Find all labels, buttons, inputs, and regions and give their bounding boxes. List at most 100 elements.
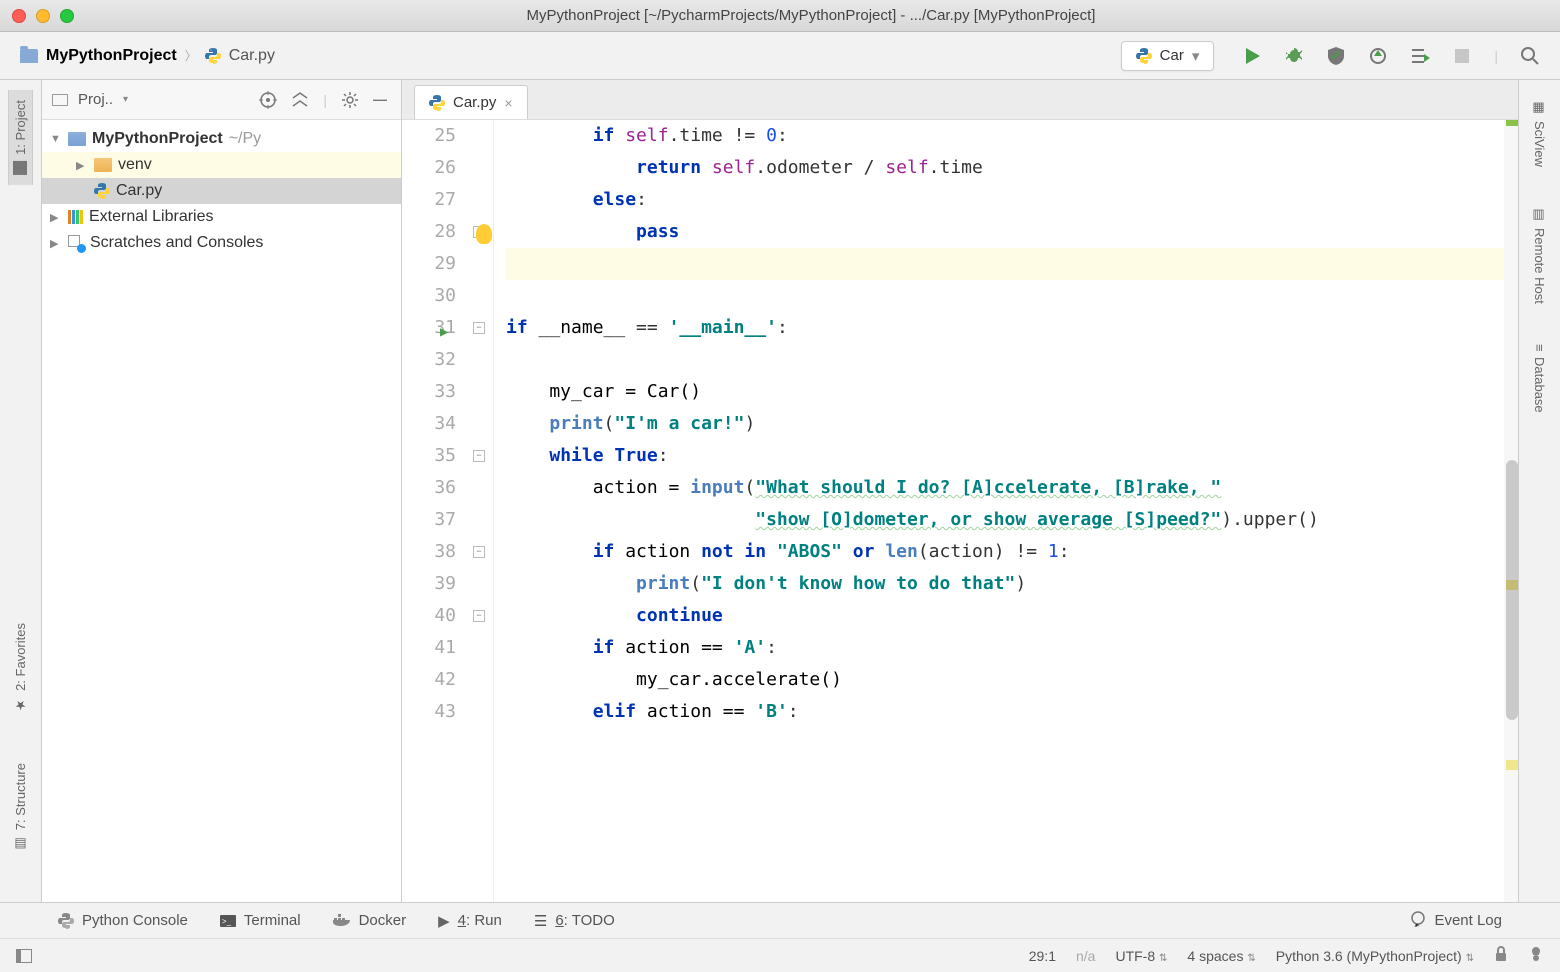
- terminal-icon: >_: [220, 915, 236, 927]
- run-config-select[interactable]: Car ▾: [1121, 41, 1215, 71]
- dropdown-icon: ▾: [1192, 47, 1200, 65]
- project-view-icon: [52, 94, 68, 106]
- editor-area: Car.py × 2526272829303132333435363738394…: [402, 80, 1518, 902]
- python-file-icon: [205, 48, 221, 64]
- lightbulb-icon: [476, 224, 492, 244]
- window-title: MyPythonProject [~/PycharmProjects/MyPyt…: [74, 7, 1548, 24]
- run-config-label: Car: [1160, 47, 1184, 64]
- gear-icon[interactable]: [341, 91, 359, 109]
- breadcrumb-file[interactable]: Car.py: [229, 47, 275, 65]
- tree-external-libs[interactable]: ▶ External Libraries: [42, 204, 401, 230]
- folder-icon: [20, 49, 38, 63]
- fold-gutter[interactable]: −−▶−−−: [470, 120, 494, 902]
- navigation-bar: MyPythonProject 〉 Car.py Car ▾ |: [0, 32, 1560, 80]
- run-coverage-button[interactable]: [1326, 46, 1346, 66]
- balloon-icon: [1410, 911, 1426, 931]
- run-button[interactable]: [1242, 46, 1262, 66]
- play-icon: ▶: [438, 912, 450, 930]
- tool-windows-icon[interactable]: [16, 949, 32, 963]
- remote-icon: ▥: [1532, 207, 1547, 222]
- window-controls: [12, 9, 74, 23]
- project-tree[interactable]: ▼ MyPythonProject ~/Py ▶ venv Car.py ▶ E…: [42, 120, 401, 262]
- chevron-right-icon: 〉: [185, 47, 197, 64]
- scroll-thumb[interactable]: [1506, 460, 1518, 720]
- python-file-icon: [429, 95, 445, 111]
- structure-icon: ▤: [14, 836, 26, 852]
- encoding-select[interactable]: UTF-8 ⇅: [1115, 948, 1167, 964]
- editor-scrollbar[interactable]: [1504, 120, 1518, 902]
- left-tool-gutter: 1: Project ★ 2: Favorites ▤ 7: Structure: [0, 80, 42, 902]
- scratches-icon: [68, 235, 84, 251]
- right-tool-gutter: ▦ SciView ▥ Remote Host ≡ Database: [1518, 80, 1560, 902]
- expand-icon[interactable]: ▶: [50, 237, 62, 250]
- expand-icon[interactable]: ▼: [50, 133, 62, 145]
- interpreter-select[interactable]: Python 3.6 (MyPythonProject) ⇅: [1276, 948, 1474, 964]
- scroll-marker: [1506, 760, 1518, 770]
- close-tab-icon[interactable]: ×: [504, 95, 512, 111]
- docker-icon: [333, 912, 351, 930]
- editor-tab-car[interactable]: Car.py ×: [414, 85, 528, 119]
- tree-file-car[interactable]: Car.py: [42, 178, 401, 204]
- todo-tab[interactable]: ☰ 6: TODO: [534, 912, 615, 930]
- breadcrumb[interactable]: MyPythonProject 〉 Car.py: [20, 47, 275, 65]
- lock-icon[interactable]: [1494, 946, 1508, 965]
- python-file-icon: [94, 183, 110, 199]
- tree-venv[interactable]: ▶ venv: [42, 152, 401, 178]
- sciview-tool-tab[interactable]: ▦ SciView: [1528, 90, 1551, 177]
- python-icon: [58, 913, 74, 929]
- minimize-window-button[interactable]: [36, 9, 50, 23]
- editor-tabs: Car.py ×: [402, 80, 1518, 120]
- main-area: 1: Project ★ 2: Favorites ▤ 7: Structure…: [0, 80, 1560, 902]
- inspections-icon[interactable]: [1528, 946, 1544, 965]
- folder-icon: [68, 132, 86, 146]
- titlebar: MyPythonProject [~/PycharmProjects/MyPyt…: [0, 0, 1560, 32]
- target-icon[interactable]: [259, 91, 277, 109]
- python-icon: [1136, 48, 1152, 64]
- project-view-dropdown[interactable]: Proj..: [78, 91, 113, 108]
- project-tool-tab[interactable]: 1: Project: [8, 90, 33, 185]
- python-console-tab[interactable]: Python Console: [58, 912, 188, 929]
- maximize-window-button[interactable]: [60, 9, 74, 23]
- remote-host-tool-tab[interactable]: ▥ Remote Host: [1528, 197, 1551, 314]
- favorites-tool-tab[interactable]: ★ 2: Favorites: [9, 613, 32, 723]
- line-number-gutter: 25262728293031323334353637383940414243: [402, 120, 470, 902]
- project-panel-header: Proj.. ▾ | —: [42, 80, 401, 120]
- code-content[interactable]: if self.time != 0: return self.odometer …: [494, 120, 1518, 902]
- tree-root[interactable]: ▼ MyPythonProject ~/Py: [42, 126, 401, 152]
- expand-icon[interactable]: ▶: [76, 159, 88, 172]
- run-tab[interactable]: ▶ 4: Run: [438, 912, 502, 930]
- list-icon: ☰: [534, 912, 547, 930]
- folder-icon: [94, 158, 112, 172]
- debug-button[interactable]: [1284, 46, 1304, 66]
- profiler-button[interactable]: [1368, 46, 1388, 66]
- project-panel: Proj.. ▾ | — ▼ MyPythonProject ~/Py ▶ ve…: [42, 80, 402, 902]
- breadcrumb-project[interactable]: MyPythonProject: [46, 47, 177, 65]
- indent-select[interactable]: 4 spaces ⇅: [1187, 948, 1255, 964]
- database-tool-tab[interactable]: ≡ Database: [1528, 334, 1551, 423]
- structure-tool-tab[interactable]: ▤ 7: Structure: [9, 753, 32, 862]
- status-na[interactable]: n/a: [1076, 948, 1095, 964]
- toolbar-icons: |: [1242, 46, 1540, 66]
- run-tests-button[interactable]: [1410, 46, 1430, 66]
- hide-icon[interactable]: —: [373, 91, 391, 109]
- sciview-icon: ▦: [1532, 100, 1547, 115]
- collapse-all-icon[interactable]: [291, 91, 309, 109]
- search-everywhere-button[interactable]: [1520, 46, 1540, 66]
- editor-tab-label: Car.py: [453, 94, 496, 111]
- stop-button[interactable]: [1452, 46, 1472, 66]
- status-bar: 29:1 n/a UTF-8 ⇅ 4 spaces ⇅ Python 3.6 (…: [0, 938, 1560, 972]
- code-editor[interactable]: 25262728293031323334353637383940414243 −…: [402, 120, 1518, 902]
- gutter-run-icon: ▶: [440, 316, 448, 348]
- dropdown-icon: ▾: [123, 94, 128, 105]
- star-icon: ★: [15, 697, 27, 713]
- tree-scratches[interactable]: ▶ Scratches and Consoles: [42, 230, 401, 256]
- docker-tab[interactable]: Docker: [333, 912, 407, 930]
- terminal-tab[interactable]: >_ Terminal: [220, 912, 301, 929]
- event-log-tab[interactable]: Event Log: [1410, 911, 1502, 931]
- expand-icon[interactable]: ▶: [50, 211, 62, 224]
- library-icon: [68, 210, 83, 224]
- database-icon: ≡: [1532, 344, 1547, 352]
- cursor-position[interactable]: 29:1: [1029, 948, 1056, 964]
- close-window-button[interactable]: [12, 9, 26, 23]
- bottom-tool-bar: Python Console >_ Terminal Docker ▶ 4: R…: [0, 902, 1560, 938]
